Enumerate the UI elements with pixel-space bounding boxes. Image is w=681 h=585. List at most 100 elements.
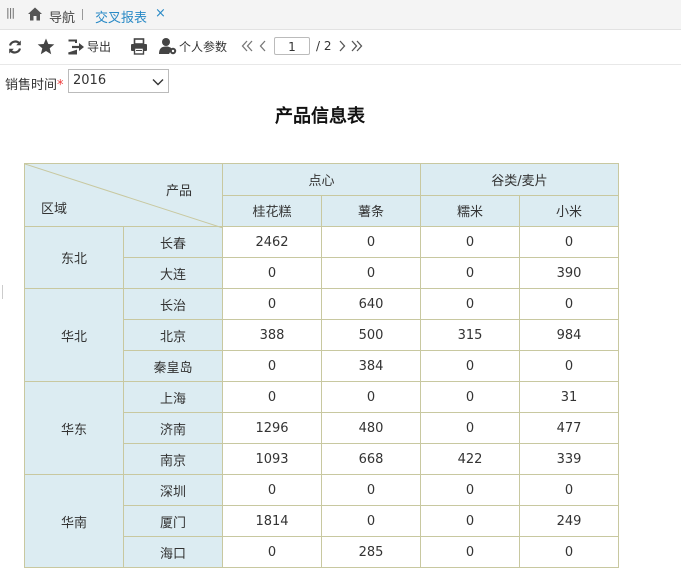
value-cell: 0 xyxy=(519,288,619,320)
tab-nav[interactable]: 导航 xyxy=(49,7,75,26)
page-number-input[interactable]: 1 xyxy=(274,37,310,55)
value-cell: 0 xyxy=(519,226,619,258)
personal-params-label: 个人参数 xyxy=(179,39,228,54)
last-page-icon[interactable] xyxy=(351,40,363,52)
corner-area-label: 区域 xyxy=(41,202,68,217)
table-row: 华东 上海 0 0 0 31 xyxy=(24,381,619,475)
group-header: 谷类/麦片 xyxy=(420,163,619,196)
report-toolbar: 导出 个人参数 1 / 2 xyxy=(0,30,681,65)
value-cell: 0 xyxy=(519,474,619,506)
export-label: 导出 xyxy=(87,40,112,54)
first-page-icon[interactable] xyxy=(241,40,253,52)
product-header: 薯条 xyxy=(321,194,421,227)
value-cell: 384 xyxy=(321,350,421,382)
sales-time-text: 销售时间 xyxy=(5,78,58,93)
sales-time-select[interactable]: 2016 xyxy=(68,69,169,93)
printer-icon[interactable] xyxy=(130,38,148,55)
star-icon[interactable] xyxy=(37,38,55,55)
city-cell: 长春 xyxy=(123,226,223,258)
product-header: 小米 xyxy=(519,194,619,227)
value-cell: 668 xyxy=(321,443,421,475)
table-corner-header: 产品 区域 xyxy=(24,163,223,228)
city-cell: 深圳 xyxy=(123,474,223,506)
user-settings-icon xyxy=(159,38,177,55)
region-cell: 华南 xyxy=(24,474,124,568)
value-cell: 0 xyxy=(321,381,421,413)
value-cell: 339 xyxy=(519,443,619,475)
city-cell: 上海 xyxy=(123,381,223,413)
value-cell: 0 xyxy=(420,226,520,258)
value-cell: 0 xyxy=(321,257,421,289)
value-cell: 0 xyxy=(420,505,520,537)
city-cell: 南京 xyxy=(123,443,223,475)
value-cell: 500 xyxy=(321,319,421,351)
value-cell: 0 xyxy=(222,381,322,413)
value-cell: 0 xyxy=(321,474,421,506)
value-cell: 0 xyxy=(321,226,421,258)
city-cell: 济南 xyxy=(123,412,223,444)
sales-time-label: 销售时间* xyxy=(5,74,64,93)
value-cell: 422 xyxy=(420,443,520,475)
value-cell: 0 xyxy=(321,505,421,537)
value-cell: 480 xyxy=(321,412,421,444)
product-header: 桂花糕 xyxy=(222,194,322,227)
region-cell: 华北 xyxy=(24,288,124,382)
sales-time-value: 2016 xyxy=(73,73,107,88)
next-page-icon[interactable] xyxy=(337,40,347,52)
page-total: / 2 xyxy=(316,39,332,53)
value-cell: 1814 xyxy=(222,505,322,537)
value-cell: 388 xyxy=(222,319,322,351)
region-cell: 东北 xyxy=(24,226,124,289)
table-row: 华北 长治 0 640 0 0 xyxy=(24,288,619,382)
city-cell: 秦皇岛 xyxy=(123,350,223,382)
value-cell: 249 xyxy=(519,505,619,537)
export-button[interactable]: 导出 xyxy=(67,38,111,55)
city-cell: 厦门 xyxy=(123,505,223,537)
required-mark: * xyxy=(57,78,64,93)
value-cell: 984 xyxy=(519,319,619,351)
value-cell: 0 xyxy=(519,536,619,568)
value-cell: 2462 xyxy=(222,226,322,258)
export-icon xyxy=(68,39,84,54)
corner-product-label: 产品 xyxy=(165,184,192,199)
value-cell: 0 xyxy=(420,536,520,568)
value-cell: 0 xyxy=(222,288,322,320)
panel-resize-handle[interactable] xyxy=(2,285,3,299)
tab-close-icon[interactable]: × xyxy=(155,6,166,21)
value-cell: 0 xyxy=(222,474,322,506)
value-cell: 0 xyxy=(420,381,520,413)
value-cell: 640 xyxy=(321,288,421,320)
menu-icon[interactable]: ||| xyxy=(6,6,15,19)
group-header: 点心 xyxy=(222,163,421,196)
value-cell: 1093 xyxy=(222,443,322,475)
city-cell: 大连 xyxy=(123,257,223,289)
value-cell: 0 xyxy=(420,474,520,506)
value-cell: 0 xyxy=(222,257,322,289)
value-cell: 0 xyxy=(222,536,322,568)
chevron-down-icon xyxy=(152,76,164,91)
value-cell: 0 xyxy=(420,412,520,444)
table-row: 东北 长春 2462 0 0 0 xyxy=(24,226,619,289)
value-cell: 0 xyxy=(420,257,520,289)
value-cell: 0 xyxy=(222,350,322,382)
city-cell: 北京 xyxy=(123,319,223,351)
cross-report-table: 产品 区域 点心 谷类/麦片 桂花糕 薯条 糯米 小米 东北 长春 2462 0 0 0 大… xyxy=(24,163,619,568)
home-icon[interactable] xyxy=(27,6,43,22)
product-header: 糯米 xyxy=(420,194,520,227)
value-cell: 285 xyxy=(321,536,421,568)
value-cell: 0 xyxy=(420,288,520,320)
value-cell: 0 xyxy=(420,350,520,382)
value-cell: 1296 xyxy=(222,412,322,444)
refresh-icon[interactable] xyxy=(7,39,23,55)
value-cell: 477 xyxy=(519,412,619,444)
city-cell: 海口 xyxy=(123,536,223,568)
value-cell: 0 xyxy=(519,350,619,382)
prev-page-icon[interactable] xyxy=(258,40,268,52)
city-cell: 长治 xyxy=(123,288,223,320)
personal-params-button[interactable]: 个人参数 xyxy=(159,37,227,55)
report-title: 产品信息表 xyxy=(275,106,365,127)
table-row: 华南 深圳 0 0 0 0 xyxy=(24,474,619,568)
tab-cross-report[interactable]: 交叉报表 xyxy=(95,7,147,26)
value-cell: 315 xyxy=(420,319,520,351)
tab-bar: ||| 导航 交叉报表 × xyxy=(0,0,681,30)
